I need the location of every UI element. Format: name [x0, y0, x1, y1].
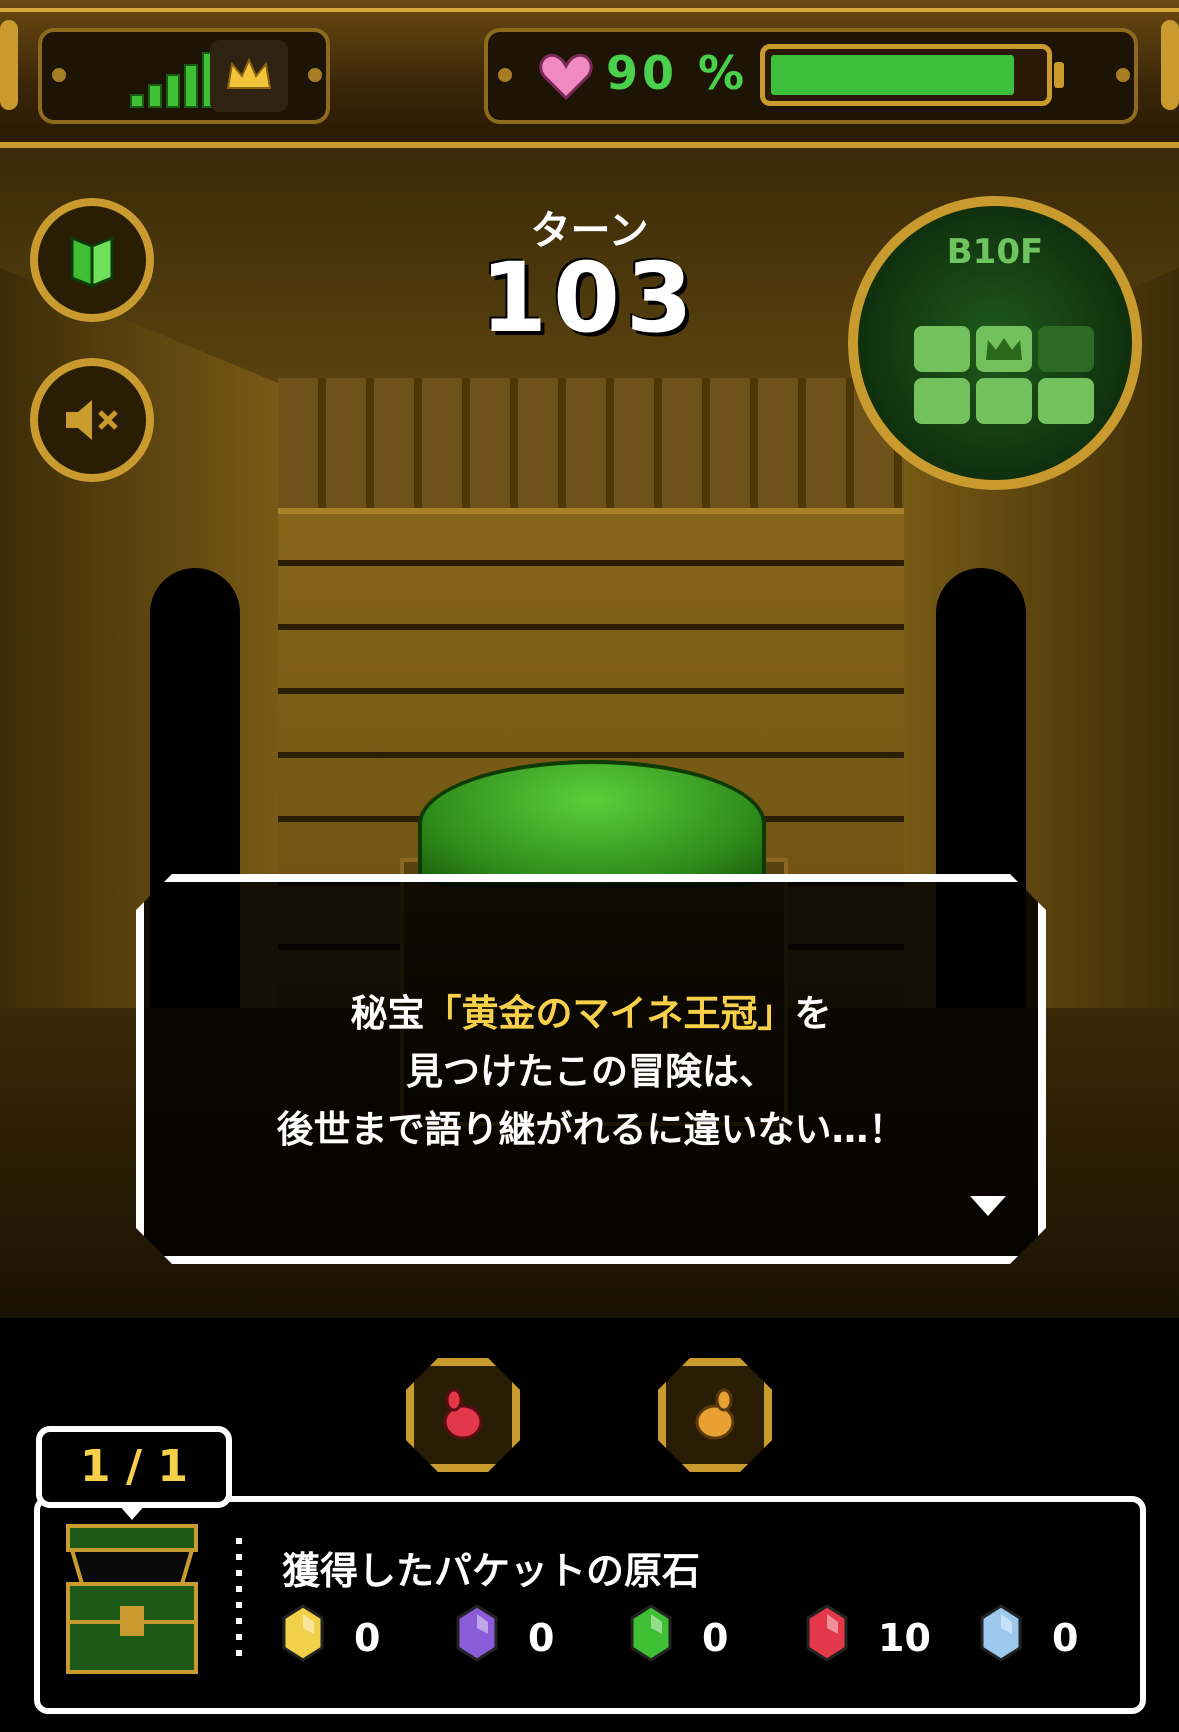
map-room-current	[976, 326, 1032, 372]
treasure-name: 「黄金のマイネ王冠」	[424, 992, 795, 1035]
gem-count: 0	[354, 1616, 381, 1660]
map-room	[1038, 378, 1094, 424]
separator-dots	[236, 1538, 242, 1662]
crown-badge	[210, 40, 288, 112]
gem-count: 0	[528, 1616, 555, 1660]
yellow-gem-icon	[282, 1604, 324, 1662]
red-gem-icon	[806, 1604, 848, 1662]
status-bar: 90 %	[0, 0, 1179, 148]
minimap[interactable]: B10F	[848, 196, 1142, 490]
rainbow-gem-icon	[456, 1604, 498, 1662]
red-seed-icon	[443, 1388, 483, 1440]
map-room	[914, 378, 970, 424]
next-arrow-icon[interactable]	[970, 1196, 1006, 1216]
crown-icon	[226, 58, 272, 89]
speaker-muted-icon	[66, 400, 118, 440]
gem-panel-title: 獲得したパケットの原石	[282, 1549, 701, 1593]
gem-count: 0	[702, 1616, 729, 1660]
frieze	[278, 378, 904, 514]
dialog-line-3: 後世まで語り継がれるに違いない…！	[276, 1108, 906, 1151]
map-room	[914, 326, 970, 372]
map-room-dim	[1038, 326, 1094, 372]
hp-percent: 90 %	[606, 46, 749, 100]
signal-strength-icon	[90, 52, 216, 108]
signal-panel	[38, 28, 330, 124]
ornament-right	[1161, 20, 1179, 110]
dialog-text: 秘宝「黄金のマイネ王冠」を 見つけたこの冒険は、 後世まで語り継がれるに違いない…	[136, 985, 1046, 1159]
rivet	[498, 68, 512, 82]
map-room	[976, 378, 1032, 424]
hp-bar	[760, 44, 1052, 106]
dialog-line-1: 秘宝「黄金のマイネ王冠」を	[350, 992, 832, 1035]
blue-gem-icon	[980, 1604, 1022, 1662]
rivet	[1116, 68, 1130, 82]
hp-panel: 90 %	[484, 28, 1138, 124]
gem-count: 10	[878, 1616, 931, 1660]
rivet	[308, 68, 322, 82]
red-seed-button[interactable]	[406, 1358, 520, 1472]
ornament-left	[0, 20, 18, 110]
orange-seed-icon	[695, 1388, 735, 1440]
crown-marker-icon	[986, 338, 1022, 360]
heart-icon	[539, 53, 593, 101]
treasure-counter: 1 / 1	[36, 1426, 232, 1508]
rivet	[52, 68, 66, 82]
green-gem-icon	[630, 1604, 672, 1662]
treasure-chest-icon	[66, 1524, 198, 1674]
floor-label: B10F	[946, 232, 1044, 272]
mute-button[interactable]	[30, 358, 154, 482]
dialog-line-2: 見つけたこの冒険は、	[406, 1050, 776, 1093]
orange-seed-button[interactable]	[658, 1358, 772, 1472]
green-cushion	[418, 760, 766, 888]
gem-count: 0	[1052, 1616, 1079, 1660]
counter-tail	[118, 1504, 146, 1520]
hp-bar-cap	[1054, 62, 1064, 88]
hp-bar-fill	[771, 55, 1014, 95]
